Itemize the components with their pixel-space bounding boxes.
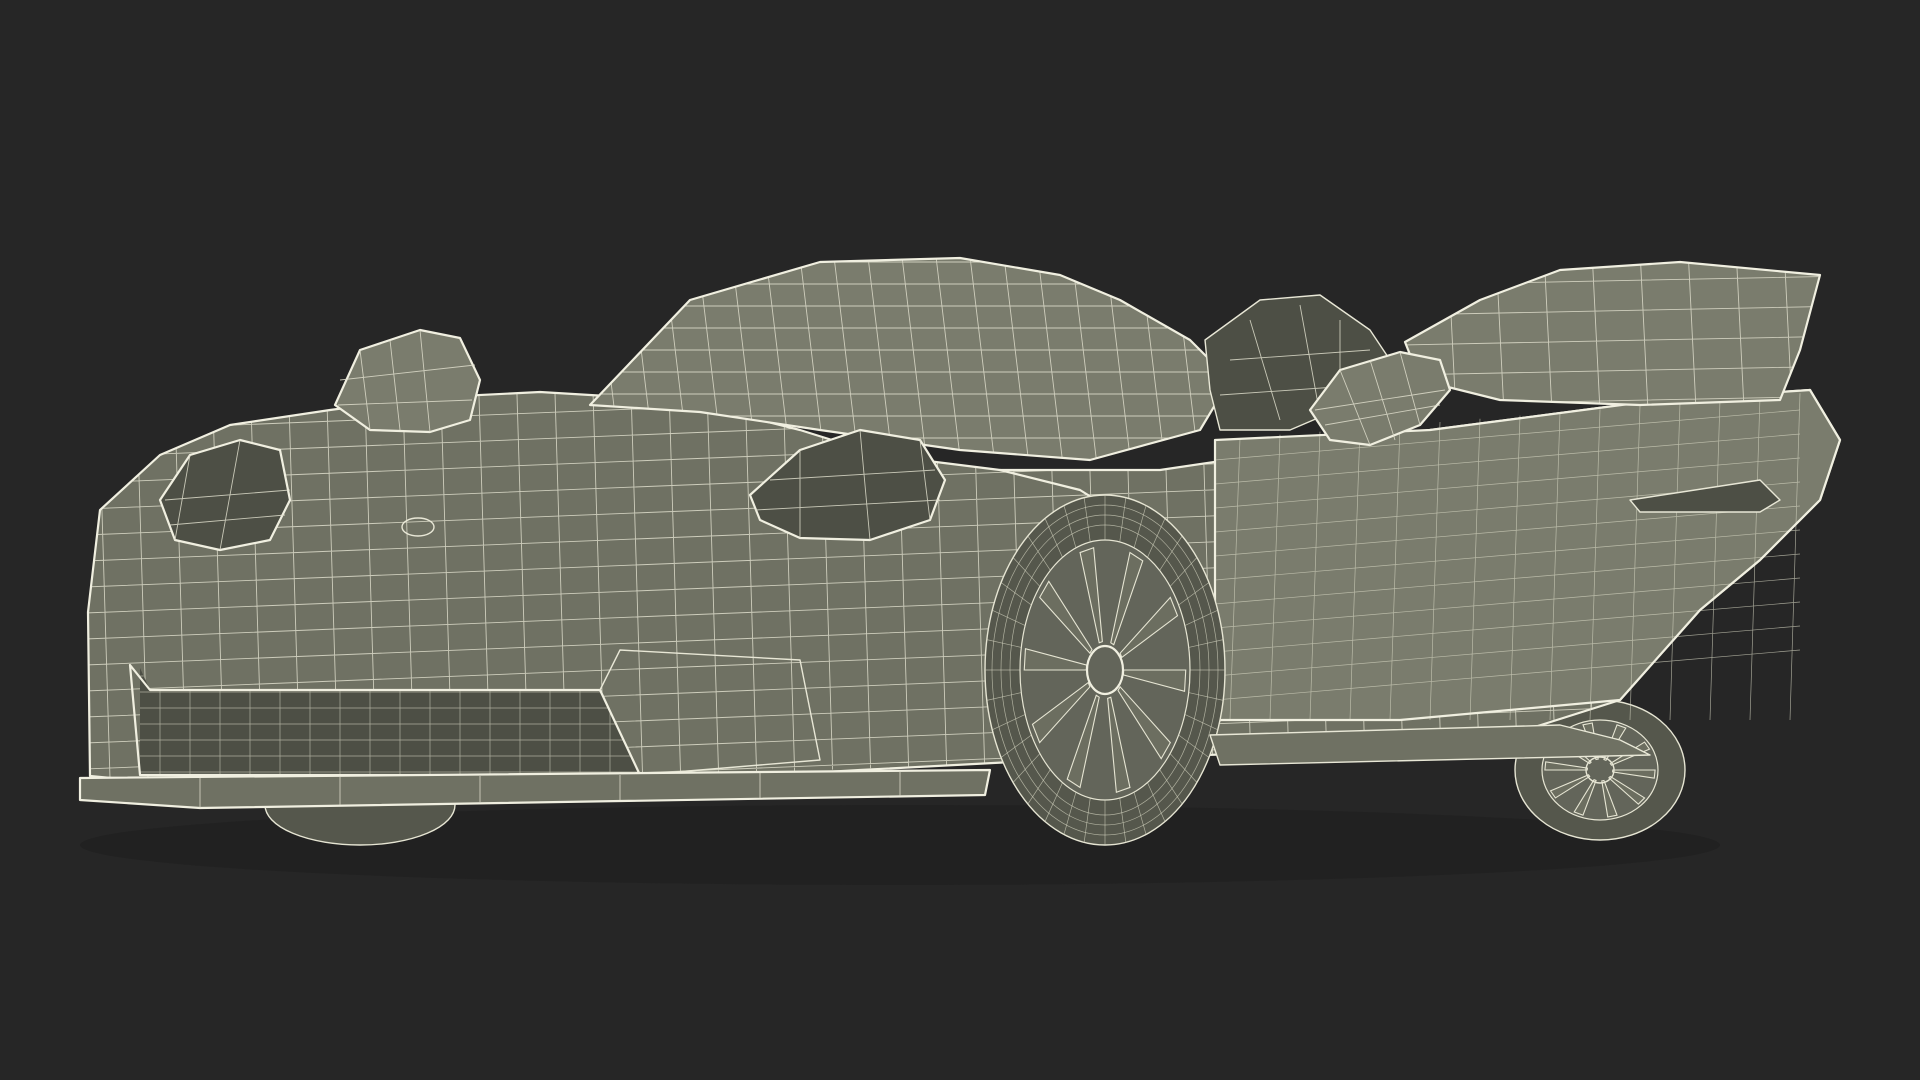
front-splitter: [78, 768, 992, 810]
front-wheel: [984, 494, 1226, 846]
car-wireframe-render: [78, 256, 1842, 885]
open-door: [1213, 388, 1842, 722]
side-mirror-left: [333, 328, 482, 434]
rear-wing: [1403, 260, 1822, 407]
viewport: [0, 0, 1920, 1080]
